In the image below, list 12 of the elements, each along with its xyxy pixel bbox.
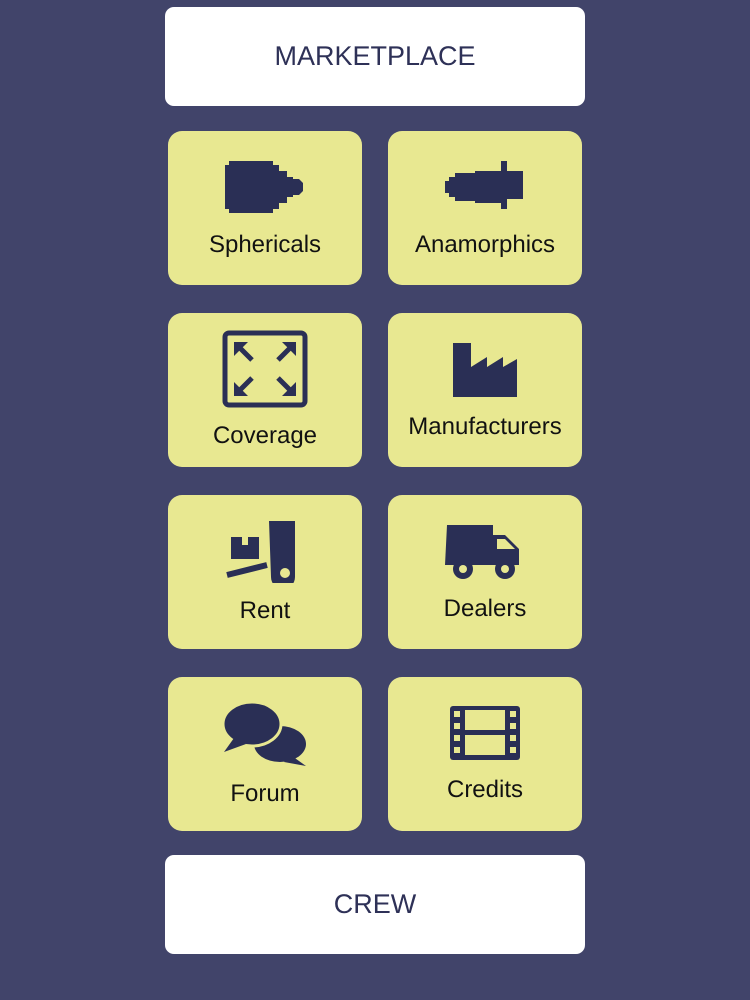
category-tile[interactable]: Dealers xyxy=(388,495,582,649)
film-strip-icon xyxy=(448,704,522,762)
expand-icon xyxy=(222,330,308,408)
category-tile[interactable]: Credits xyxy=(388,677,582,831)
category-tile[interactable]: Forum xyxy=(168,677,362,831)
category-tile[interactable]: Manufacturers xyxy=(388,313,582,467)
category-tile[interactable]: Sphericals xyxy=(168,131,362,285)
category-tile[interactable]: Coverage xyxy=(168,313,362,467)
marketplace-button[interactable]: MARKETPLACE xyxy=(165,7,585,106)
category-tile[interactable]: Anamorphics xyxy=(388,131,582,285)
crew-button[interactable]: CREW xyxy=(165,855,585,954)
category-tile[interactable]: Rent xyxy=(168,495,362,649)
